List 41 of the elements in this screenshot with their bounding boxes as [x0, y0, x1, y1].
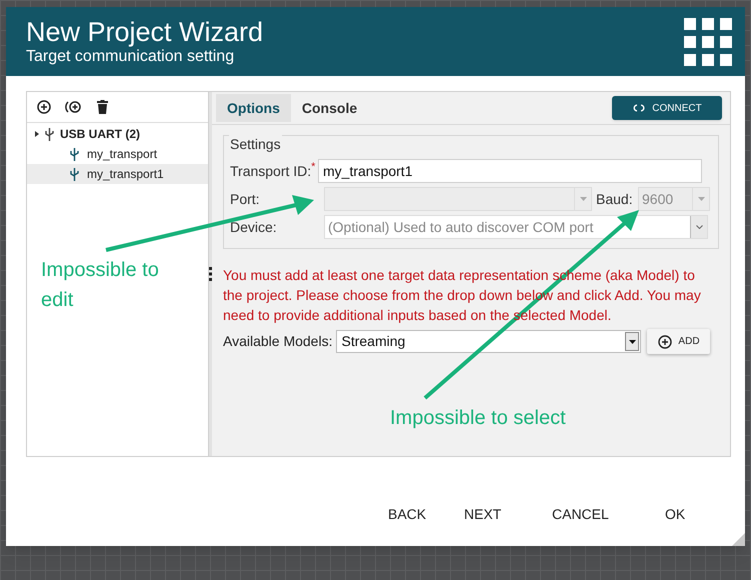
footer-button[interactable]: BACK [388, 496, 464, 532]
caret-icon [628, 340, 636, 344]
splitter-handle-icon[interactable] [209, 267, 212, 281]
usb-icon [45, 128, 54, 140]
footer-button[interactable]: NEXT [464, 496, 552, 532]
annotation-text: Impossible to edit [41, 258, 160, 313]
tree-item[interactable]: USB UART (2) [27, 124, 208, 144]
window-subtitle: Target communication setting [26, 47, 236, 66]
field-label: Device: [230, 218, 278, 236]
required-mark: * [311, 161, 316, 173]
tree-item[interactable]: my_transport [27, 144, 208, 164]
expand-caret-icon[interactable] [35, 131, 39, 137]
chevron-icon [696, 225, 702, 229]
link-icon [632, 104, 646, 112]
transport-id-field[interactable]: my_transport1 [318, 159, 702, 183]
annotation-text: Impossible to select [390, 406, 566, 431]
tree-item[interactable]: my_transport1 [27, 164, 208, 184]
usb-icon [70, 168, 79, 180]
field-label: Baud: [596, 190, 634, 208]
trash-icon[interactable] [97, 100, 108, 114]
field-label: Available Models: [223, 332, 332, 351]
add-button[interactable]: ADD [647, 329, 710, 354]
field-label: Transport ID:$^{*}$ [230, 160, 316, 181]
footer-button[interactable]: CANCEL [552, 496, 665, 532]
group-legend: Settings [229, 134, 282, 155]
resize-grip-icon[interactable] [732, 533, 745, 546]
connect-button[interactable]: CONNECT [612, 96, 722, 120]
grid-icon[interactable] [684, 18, 732, 66]
device-dropdown[interactable]: (Optional) Used to auto discover COM port [324, 215, 708, 239]
tab[interactable]: Console [290, 94, 368, 122]
caret-icon [698, 197, 704, 201]
field-label: Port: [230, 190, 261, 208]
add-signal-icon[interactable] [65, 100, 83, 114]
tab[interactable]: Options [216, 94, 291, 122]
caret-icon [580, 197, 586, 201]
footer-button[interactable]: OK [665, 496, 705, 532]
models-dropdown[interactable]: Streaming [336, 330, 642, 353]
add-icon[interactable] [37, 100, 51, 114]
window-title: New Project Wizard [26, 16, 264, 46]
usb-icon [70, 148, 79, 160]
add-icon [658, 334, 672, 348]
